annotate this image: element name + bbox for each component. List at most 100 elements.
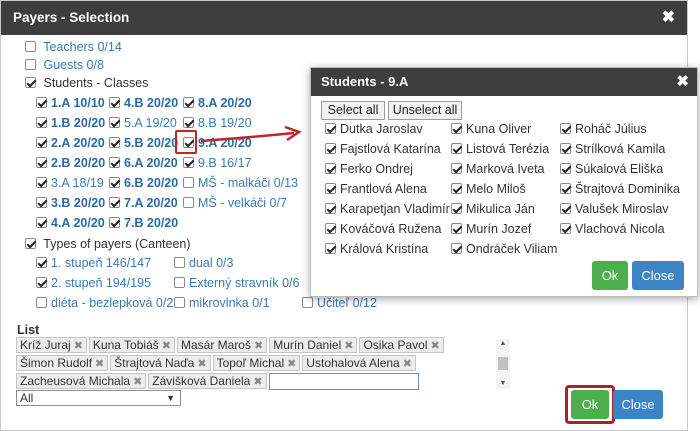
class-item[interactable]: 7.B 20/20 [109, 216, 178, 230]
type-checkbox[interactable] [174, 257, 185, 268]
student-item[interactable]: Dutka Jaroslav [325, 122, 423, 136]
class-checkbox[interactable] [183, 97, 194, 108]
student-checkbox[interactable] [451, 243, 462, 254]
class-item[interactable]: 2.A 20/20 [36, 136, 105, 150]
class-item[interactable]: 4.B 20/20 [109, 96, 178, 110]
type-item[interactable]: Externý stravník 0/6 [174, 276, 299, 290]
class-item[interactable]: MŠ - malkáči 0/13 [183, 176, 298, 190]
class-label[interactable]: 3.A 18/19 [51, 176, 104, 190]
student-checkbox[interactable] [325, 223, 336, 234]
teachers-checkbox[interactable] [25, 41, 36, 52]
type-label[interactable]: Externý stravník 0/6 [189, 276, 299, 290]
types-row[interactable]: Types of payers (Canteen) [25, 237, 191, 251]
type-label[interactable]: mikrovlnka 0/1 [189, 296, 270, 310]
class-label[interactable]: 7.A 20/20 [124, 196, 178, 210]
remove-icon[interactable]: ✖ [95, 358, 104, 370]
student-checkbox[interactable] [325, 183, 336, 194]
remove-icon[interactable]: ✖ [133, 376, 142, 388]
type-item[interactable]: Učiteľ 0/12 [302, 296, 377, 310]
class-checkbox[interactable] [109, 97, 120, 108]
student-checkbox[interactable] [325, 163, 336, 174]
class-label[interactable]: 7.B 20/20 [124, 216, 178, 230]
class-label[interactable]: 5.B 20/20 [124, 136, 178, 150]
guests-label[interactable]: Guests 0/8 [43, 58, 103, 72]
class-checkbox[interactable] [36, 177, 47, 188]
class-item[interactable]: 4.A 20/20 [36, 216, 105, 230]
class-checkbox[interactable] [109, 177, 120, 188]
student-checkbox[interactable] [560, 123, 571, 134]
student-item[interactable]: Karapetjan Vladimír [325, 202, 450, 216]
remove-icon[interactable]: ✖ [403, 358, 412, 370]
tag-list[interactable]: Kríž Juraj ✖ Kuna Tobiáš ✖ Masár Maroš ✖ Murín… [16, 337, 494, 391]
tag-search-input[interactable] [268, 373, 419, 390]
student-item[interactable]: Mikulica Ján [451, 202, 535, 216]
scroll-down-icon[interactable]: ▼ [496, 379, 510, 389]
class-label[interactable]: 9.B 16/17 [198, 156, 252, 170]
student-item[interactable]: Ondráček Viliam [451, 242, 557, 256]
type-checkbox[interactable] [36, 257, 47, 268]
class-checkbox[interactable] [36, 217, 47, 228]
student-checkbox[interactable] [560, 183, 571, 194]
teachers-row[interactable]: Teachers 0/14 [25, 40, 122, 54]
class-item[interactable]: 6.B 20/20 [109, 176, 178, 190]
type-checkbox[interactable] [302, 297, 313, 308]
type-item[interactable]: mikrovlnka 0/1 [174, 296, 270, 310]
class-item[interactable]: 7.A 20/20 [109, 196, 178, 210]
class-label[interactable]: MŠ - malkáči 0/13 [198, 176, 298, 190]
student-item[interactable]: Marková Iveta [451, 162, 545, 176]
type-label[interactable]: 1. stupeň 146/147 [51, 256, 151, 270]
type-item[interactable]: dual 0/3 [174, 256, 233, 270]
list-scrollbar[interactable]: ▲ ▼ [496, 339, 510, 389]
student-item[interactable]: Valušek Miroslav [560, 202, 669, 216]
student-checkbox[interactable] [451, 223, 462, 234]
student-item[interactable]: Melo Miloš [451, 182, 526, 196]
class-checkbox[interactable] [36, 137, 47, 148]
student-checkbox[interactable] [451, 143, 462, 154]
class-item[interactable]: 6.A 20/20 [109, 156, 178, 170]
remove-icon[interactable]: ✖ [254, 340, 263, 352]
type-label[interactable]: dual 0/3 [189, 256, 233, 270]
class-label[interactable]: 3.B 20/20 [51, 196, 105, 210]
student-item[interactable]: Fajstlová Katarína [325, 142, 441, 156]
type-checkbox[interactable] [36, 277, 47, 288]
class-label[interactable]: 1.B 20/20 [51, 116, 105, 130]
class-item[interactable]: 3.A 18/19 [36, 176, 104, 190]
student-checkbox[interactable] [560, 223, 571, 234]
class-label[interactable]: 4.A 20/20 [51, 216, 105, 230]
student-checkbox[interactable] [451, 183, 462, 194]
type-label[interactable]: 2. stupeň 194/195 [51, 276, 151, 290]
popup-close-icon[interactable]: ✖ [676, 68, 689, 96]
class-checkbox[interactable] [36, 197, 47, 208]
class-item[interactable]: 3.B 20/20 [36, 196, 105, 210]
class-label[interactable]: MŠ - velkáči 0/7 [198, 196, 287, 210]
teachers-label[interactable]: Teachers 0/14 [43, 40, 122, 54]
student-item[interactable]: Frantlová Alena [325, 182, 427, 196]
type-checkbox[interactable] [36, 297, 47, 308]
students-checkbox[interactable] [25, 77, 36, 88]
class-checkbox[interactable] [109, 137, 120, 148]
class-checkbox[interactable] [183, 117, 194, 128]
class-label[interactable]: 6.A 20/20 [124, 156, 178, 170]
class-label[interactable]: 4.B 20/20 [124, 96, 178, 110]
class-item[interactable]: MŠ - velkáči 0/7 [183, 196, 287, 210]
guests-row[interactable]: Guests 0/8 [25, 58, 104, 72]
filter-select[interactable]: All ▼ [16, 390, 181, 406]
type-item[interactable]: 2. stupeň 194/195 [36, 276, 151, 290]
student-checkbox[interactable] [560, 203, 571, 214]
class-label[interactable]: 2.A 20/20 [51, 136, 105, 150]
remove-icon[interactable]: ✖ [344, 340, 353, 352]
student-checkbox[interactable] [451, 123, 462, 134]
scroll-up-icon[interactable]: ▲ [496, 339, 510, 349]
student-item[interactable]: Kuna Oliver [451, 122, 531, 136]
type-item[interactable]: diéta - bezlepková 0/2 [36, 296, 173, 310]
remove-icon[interactable]: ✖ [162, 340, 171, 352]
popup-ok-button[interactable]: Ok [592, 261, 628, 290]
ok-button[interactable]: Ok [571, 390, 609, 419]
type-label[interactable]: Učiteľ 0/12 [317, 296, 377, 310]
student-checkbox[interactable] [325, 203, 336, 214]
type-label[interactable]: diéta - bezlepková 0/2 [51, 296, 173, 310]
class-item[interactable]: 1.A 10/10 [36, 96, 105, 110]
class-checkbox[interactable] [36, 97, 47, 108]
remove-icon[interactable]: ✖ [197, 358, 206, 370]
types-checkbox[interactable] [25, 238, 36, 249]
